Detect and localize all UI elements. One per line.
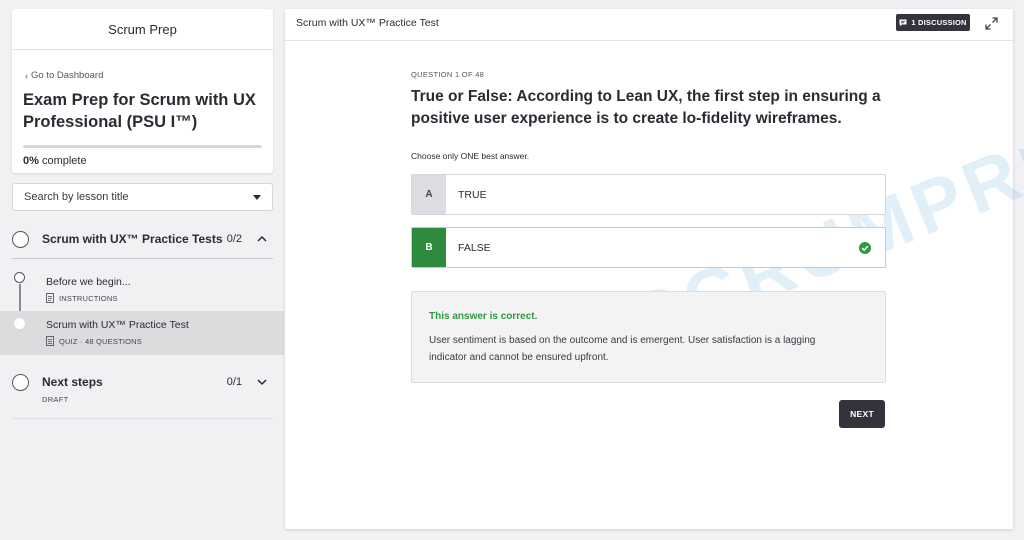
lesson-search-dropdown[interactable]: Search by lesson title	[12, 183, 273, 211]
answer-letter: B	[412, 228, 446, 267]
section-draft-label: DRAFT	[42, 395, 69, 404]
section-status-circle-icon	[12, 230, 29, 248]
feedback-title: This answer is correct.	[429, 311, 538, 322]
expand-fullscreen-icon[interactable]	[985, 17, 998, 30]
school-name: Scrum Prep	[108, 22, 177, 37]
quiz-header: Scrum with UX™ Practice Test 1 DISCUSSIO…	[285, 9, 1013, 41]
course-card: Scrum Prep ‹ Go to Dashboard Exam Prep f…	[12, 9, 273, 173]
question-instruction: Choose only ONE best answer.	[411, 151, 530, 161]
check-circle-icon	[859, 242, 871, 254]
chat-bubble-icon	[899, 19, 907, 26]
next-button[interactable]: NEXT	[839, 400, 885, 428]
chevron-down-icon	[257, 379, 267, 386]
course-sidebar: Scrum Prep ‹ Go to Dashboard Exam Prep f…	[0, 0, 284, 540]
go-to-dashboard-link[interactable]: ‹ Go to Dashboard	[25, 70, 103, 81]
lesson-practice-test-active[interactable]: Scrum with UX™ Practice Test QUIZ · 48 Q…	[0, 311, 284, 355]
section-divider	[12, 418, 273, 419]
lesson-status-circle-icon	[14, 272, 25, 283]
chevron-left-icon: ‹	[25, 70, 28, 81]
section-practice-tests[interactable]: Scrum with UX™ Practice Tests 0/2	[12, 221, 273, 257]
answer-text: FALSE	[458, 241, 491, 254]
answer-feedback-box: This answer is correct. User sentiment i…	[411, 291, 886, 383]
section-title: Next steps	[42, 375, 103, 389]
answer-option-b[interactable]: B FALSE	[411, 227, 886, 268]
answer-letter: A	[412, 175, 446, 214]
document-icon	[46, 293, 54, 303]
course-progress-bar	[23, 145, 262, 148]
answer-text: TRUE	[458, 188, 487, 201]
chevron-up-icon	[257, 235, 267, 242]
progress-suffix: complete	[38, 155, 87, 167]
discussion-button[interactable]: 1 DISCUSSION	[896, 14, 970, 31]
course-title: Exam Prep for Scrum with UX Professional…	[23, 91, 256, 131]
progress-percent: 0%	[23, 155, 39, 167]
quiz-header-title: Scrum with UX™ Practice Test	[296, 17, 439, 29]
quiz-panel: Scrum with UX™ Practice Test 1 DISCUSSIO…	[285, 9, 1024, 529]
lesson-meta-label: INSTRUCTIONS	[59, 293, 118, 303]
progress-text: 0% complete	[23, 155, 87, 167]
lesson-search-placeholder: Search by lesson title	[24, 191, 129, 203]
lesson-meta-label: QUIZ · 48 QUESTIONS	[59, 336, 142, 346]
lesson-meta: INSTRUCTIONS	[46, 293, 118, 303]
lesson-status-circle-icon	[14, 318, 25, 329]
section-count: 0/1	[226, 376, 242, 388]
caret-down-icon	[253, 194, 261, 200]
section-status-circle-icon	[12, 373, 29, 391]
section-count: 0/2	[226, 233, 242, 245]
lesson-before-we-begin[interactable]: Before we begin... INSTRUCTIONS	[0, 268, 284, 312]
section-title: Scrum with UX™ Practice Tests	[42, 232, 223, 246]
lesson-title: Before we begin...	[46, 276, 131, 288]
lesson-title: Scrum with UX™ Practice Test	[46, 319, 189, 331]
lesson-meta: QUIZ · 48 QUESTIONS	[46, 336, 142, 346]
feedback-body: User sentiment is based on the outcome a…	[429, 335, 816, 363]
answer-option-a[interactable]: A TRUE	[411, 174, 886, 215]
section-divider	[12, 258, 273, 259]
go-to-dashboard-label: Go to Dashboard	[31, 70, 104, 81]
card-divider	[12, 49, 273, 50]
question-text: True or False: According to Lean UX, the…	[411, 88, 881, 127]
question-counter: QUESTION 1 OF 48	[411, 70, 485, 79]
discussion-label: 1 DISCUSSION	[911, 18, 967, 27]
quiz-icon	[46, 336, 54, 346]
